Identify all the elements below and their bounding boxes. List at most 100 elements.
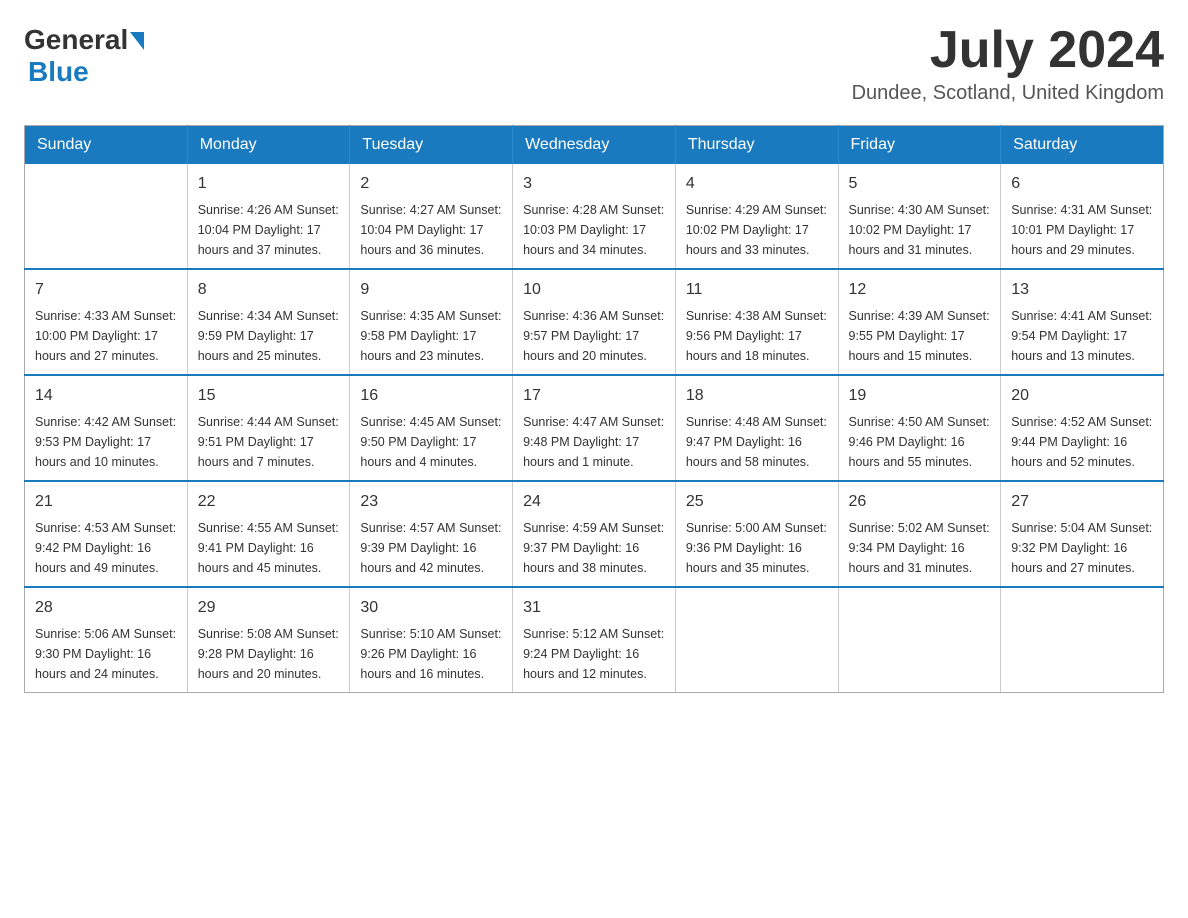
calendar-week-row: 14Sunrise: 4:42 AM Sunset: 9:53 PM Dayli… (25, 375, 1164, 481)
day-info: Sunrise: 4:26 AM Sunset: 10:04 PM Daylig… (198, 200, 340, 260)
day-number: 4 (686, 172, 828, 196)
calendar-cell: 17 Sunrise: 4:47 AM Sunset: 9:48 PM Dayli… (513, 375, 676, 481)
day-info: Sunrise: 4:53 AM Sunset: 9:42 PM Dayligh… (35, 518, 177, 578)
logo-blue-text: Blue (28, 56, 89, 87)
day-number: 7 (35, 278, 177, 302)
calendar-cell: 24Sunrise: 4:59 AM Sunset: 9:37 PM Dayli… (513, 481, 676, 587)
calendar-week-row: 21Sunrise: 4:53 AM Sunset: 9:42 PM Dayli… (25, 481, 1164, 587)
calendar-cell: 5 Sunrise: 4:30 AM Sunset: 10:02 PM Dayli… (838, 164, 1001, 269)
day-info: Sunrise: 4:34 AM Sunset: 9:59 PM Dayligh… (198, 306, 340, 366)
day-number: 27 (1011, 490, 1153, 514)
calendar-cell: 2 Sunrise: 4:27 AM Sunset: 10:04 PM Dayli… (350, 164, 513, 269)
day-number: 12 (849, 278, 991, 302)
day-number: 1 (198, 172, 340, 196)
day-info: Sunrise: 4:29 AM Sunset: 10:02 PM Daylig… (686, 200, 828, 260)
weekday-header-thursday: Thursday (675, 126, 838, 165)
day-number: 13 (1011, 278, 1153, 302)
calendar-cell: 1 Sunrise: 4:26 AM Sunset: 10:04 PM Dayli… (187, 164, 350, 269)
day-info: Sunrise: 5:08 AM Sunset: 9:28 PM Dayligh… (198, 624, 340, 684)
day-info: Sunrise: 5:04 AM Sunset: 9:32 PM Dayligh… (1011, 518, 1153, 578)
day-info: Sunrise: 5:12 AM Sunset: 9:24 PM Dayligh… (523, 624, 665, 684)
calendar-cell: 30 Sunrise: 5:10 AM Sunset: 9:26 PM Dayli… (350, 587, 513, 693)
day-number: 31 (523, 596, 665, 620)
day-info: Sunrise: 4:30 AM Sunset: 10:02 PM Daylig… (849, 200, 991, 260)
calendar-cell: 29 Sunrise: 5:08 AM Sunset: 9:28 PM Dayli… (187, 587, 350, 693)
day-info: Sunrise: 5:06 AM Sunset: 9:30 PM Dayligh… (35, 624, 177, 684)
calendar-cell: 19Sunrise: 4:50 AM Sunset: 9:46 PM Dayli… (838, 375, 1001, 481)
day-info: Sunrise: 5:10 AM Sunset: 9:26 PM Dayligh… (360, 624, 502, 684)
day-info: Sunrise: 4:48 AM Sunset: 9:47 PM Dayligh… (686, 412, 828, 472)
day-info: Sunrise: 4:36 AM Sunset: 9:57 PM Dayligh… (523, 306, 665, 366)
day-info: Sunrise: 5:00 AM Sunset: 9:36 PM Dayligh… (686, 518, 828, 578)
day-number: 29 (198, 596, 340, 620)
day-info: Sunrise: 4:33 AM Sunset: 10:00 PM Daylig… (35, 306, 177, 366)
calendar-week-row: 28 Sunrise: 5:06 AM Sunset: 9:30 PM Dayli… (25, 587, 1164, 693)
weekday-header-sunday: Sunday (25, 126, 188, 165)
day-number: 25 (686, 490, 828, 514)
day-number: 6 (1011, 172, 1153, 196)
calendar-cell: 31 Sunrise: 5:12 AM Sunset: 9:24 PM Dayli… (513, 587, 676, 693)
calendar-cell (675, 587, 838, 693)
calendar-cell (25, 164, 188, 269)
calendar-cell (838, 587, 1001, 693)
calendar-cell: 16Sunrise: 4:45 AM Sunset: 9:50 PM Dayli… (350, 375, 513, 481)
day-number: 24 (523, 490, 665, 514)
calendar-header-row: SundayMondayTuesdayWednesdayThursdayFrid… (25, 126, 1164, 165)
calendar-cell: 10Sunrise: 4:36 AM Sunset: 9:57 PM Dayli… (513, 269, 676, 375)
logo-general-text: General (24, 24, 128, 56)
calendar-cell: 21Sunrise: 4:53 AM Sunset: 9:42 PM Dayli… (25, 481, 188, 587)
calendar-cell: 20Sunrise: 4:52 AM Sunset: 9:44 PM Dayli… (1001, 375, 1164, 481)
calendar-cell: 6 Sunrise: 4:31 AM Sunset: 10:01 PM Dayli… (1001, 164, 1164, 269)
day-number: 22 (198, 490, 340, 514)
day-number: 30 (360, 596, 502, 620)
day-info: Sunrise: 4:31 AM Sunset: 10:01 PM Daylig… (1011, 200, 1153, 260)
day-info: Sunrise: 5:02 AM Sunset: 9:34 PM Dayligh… (849, 518, 991, 578)
calendar-cell: 7 Sunrise: 4:33 AM Sunset: 10:00 PM Dayli… (25, 269, 188, 375)
calendar-cell: 12 Sunrise: 4:39 AM Sunset: 9:55 PM Dayli… (838, 269, 1001, 375)
weekday-header-friday: Friday (838, 126, 1001, 165)
day-info: Sunrise: 4:27 AM Sunset: 10:04 PM Daylig… (360, 200, 502, 260)
location-text: Dundee, Scotland, United Kingdom (852, 82, 1164, 105)
calendar-week-row: 7 Sunrise: 4:33 AM Sunset: 10:00 PM Dayli… (25, 269, 1164, 375)
day-info: Sunrise: 4:57 AM Sunset: 9:39 PM Dayligh… (360, 518, 502, 578)
logo: General Blue (24, 24, 144, 88)
day-number: 5 (849, 172, 991, 196)
day-number: 11 (686, 278, 828, 302)
day-number: 19 (849, 384, 991, 408)
day-number: 8 (198, 278, 340, 302)
weekday-header-saturday: Saturday (1001, 126, 1164, 165)
day-info: Sunrise: 4:39 AM Sunset: 9:55 PM Dayligh… (849, 306, 991, 366)
calendar-cell: 25 Sunrise: 5:00 AM Sunset: 9:36 PM Dayli… (675, 481, 838, 587)
calendar-cell: 27 Sunrise: 5:04 AM Sunset: 9:32 PM Dayli… (1001, 481, 1164, 587)
day-info: Sunrise: 4:35 AM Sunset: 9:58 PM Dayligh… (360, 306, 502, 366)
weekday-header-wednesday: Wednesday (513, 126, 676, 165)
calendar-week-row: 1 Sunrise: 4:26 AM Sunset: 10:04 PM Dayli… (25, 164, 1164, 269)
calendar-cell: 13 Sunrise: 4:41 AM Sunset: 9:54 PM Dayli… (1001, 269, 1164, 375)
day-info: Sunrise: 4:47 AM Sunset: 9:48 PM Dayligh… (523, 412, 665, 472)
day-number: 16 (360, 384, 502, 408)
day-info: Sunrise: 4:44 AM Sunset: 9:51 PM Dayligh… (198, 412, 340, 472)
calendar-cell: 3Sunrise: 4:28 AM Sunset: 10:03 PM Dayli… (513, 164, 676, 269)
calendar-cell: 14Sunrise: 4:42 AM Sunset: 9:53 PM Dayli… (25, 375, 188, 481)
calendar-cell: 18 Sunrise: 4:48 AM Sunset: 9:47 PM Dayli… (675, 375, 838, 481)
day-number: 3 (523, 172, 665, 196)
calendar-cell: 8 Sunrise: 4:34 AM Sunset: 9:59 PM Daylig… (187, 269, 350, 375)
day-info: Sunrise: 4:52 AM Sunset: 9:44 PM Dayligh… (1011, 412, 1153, 472)
day-number: 17 (523, 384, 665, 408)
day-number: 18 (686, 384, 828, 408)
month-title: July 2024 (852, 24, 1164, 76)
calendar-cell: 15 Sunrise: 4:44 AM Sunset: 9:51 PM Dayli… (187, 375, 350, 481)
logo-arrow-icon (130, 32, 144, 50)
day-number: 9 (360, 278, 502, 302)
day-number: 15 (198, 384, 340, 408)
day-number: 23 (360, 490, 502, 514)
calendar-cell: 9 Sunrise: 4:35 AM Sunset: 9:58 PM Daylig… (350, 269, 513, 375)
calendar-cell: 28 Sunrise: 5:06 AM Sunset: 9:30 PM Dayli… (25, 587, 188, 693)
weekday-header-tuesday: Tuesday (350, 126, 513, 165)
day-number: 28 (35, 596, 177, 620)
day-number: 2 (360, 172, 502, 196)
day-info: Sunrise: 4:55 AM Sunset: 9:41 PM Dayligh… (198, 518, 340, 578)
day-info: Sunrise: 4:42 AM Sunset: 9:53 PM Dayligh… (35, 412, 177, 472)
calendar-cell: 26Sunrise: 5:02 AM Sunset: 9:34 PM Dayli… (838, 481, 1001, 587)
day-info: Sunrise: 4:41 AM Sunset: 9:54 PM Dayligh… (1011, 306, 1153, 366)
